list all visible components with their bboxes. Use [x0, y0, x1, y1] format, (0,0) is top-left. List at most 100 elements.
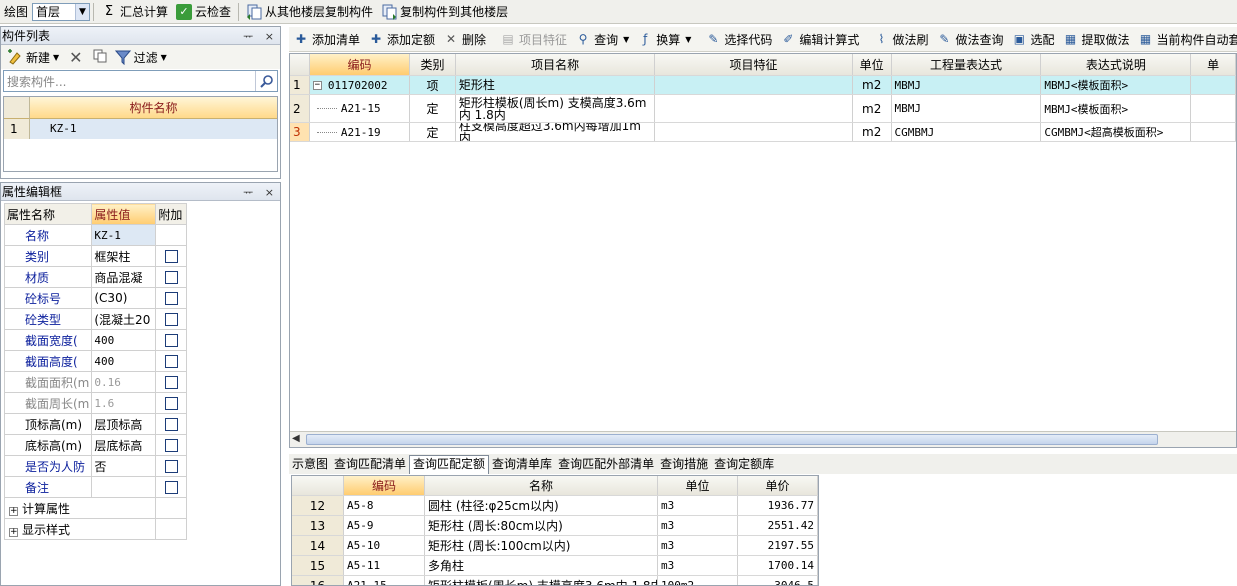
match-button[interactable]: ▣ 选配: [1007, 28, 1058, 50]
attach-checkbox[interactable]: [164, 292, 178, 305]
tab-5[interactable]: 查询措施: [657, 456, 711, 474]
cell-unit[interactable]: m3: [658, 536, 738, 555]
property-value[interactable]: (C30): [91, 287, 157, 309]
property-row[interactable]: 顶标高(m) 层顶标高: [3, 413, 188, 435]
cell-unit[interactable]: m2: [853, 76, 892, 94]
cell-expr[interactable]: MBMJ: [892, 95, 1042, 122]
attach-checkbox[interactable]: [164, 397, 178, 410]
cell-code[interactable]: −011702002: [310, 76, 411, 94]
brush-button[interactable]: ⌇ 做法刷: [869, 28, 932, 50]
cell-code[interactable]: A5-8: [344, 496, 425, 515]
cell-type[interactable]: 项: [410, 76, 456, 94]
cell-extra[interactable]: [1191, 123, 1236, 141]
cell-unit[interactable]: m2: [853, 123, 892, 141]
filter-button[interactable]: 过滤 ▼: [111, 46, 171, 68]
list-row[interactable]: 2 A21-15 定矩形柱模板(周长m) 支模高度3.6m内 1.8内 m2 MBMJ M…: [290, 95, 1236, 123]
property-row[interactable]: 截面周长(m 1.6: [3, 392, 188, 414]
property-row[interactable]: 截面宽度(400: [3, 329, 188, 351]
cell-expr[interactable]: CGMBMJ: [892, 123, 1042, 141]
cell-type[interactable]: 定: [410, 95, 456, 122]
property-value[interactable]: 框架柱: [91, 245, 157, 267]
component-row[interactable]: 1 KZ-1: [4, 119, 277, 139]
pin-icon[interactable]: ᅲ: [243, 30, 257, 43]
column-header[interactable]: 单位: [658, 476, 738, 495]
quota-row[interactable]: 14 A5-10 矩形柱 (周长:100cm以内) m3 2197.55: [292, 536, 818, 556]
cell-code[interactable]: A21-15: [310, 95, 411, 122]
copy-to-floor-button[interactable]: 复制构件到其他楼层: [377, 1, 512, 23]
attach-checkbox[interactable]: [164, 460, 178, 473]
scroll-left-icon[interactable]: ◀: [292, 433, 300, 444]
property-value[interactable]: (混凝土20: [91, 308, 157, 330]
cell-feature[interactable]: [655, 95, 853, 122]
auto-apply-button[interactable]: ▦ 当前构件自动套: [1134, 28, 1237, 50]
component-search-input[interactable]: 搜索构件...: [3, 70, 278, 92]
summary-calc-button[interactable]: Σ 汇总计算: [97, 1, 172, 23]
panel-controls[interactable]: ᅲ ×: [243, 184, 278, 200]
search-button[interactable]: ⚲ 查询 ▼: [571, 28, 633, 50]
property-row[interactable]: 底标高(m) 层底标高: [3, 434, 188, 456]
formula-button[interactable]: ƒ 换算 ▼: [633, 28, 695, 50]
quota-row[interactable]: 12 A5-8 圆柱 (柱径:φ25cm以内) m3 1936.77: [292, 496, 818, 516]
collapse-icon[interactable]: −: [312, 80, 322, 90]
attach-checkbox[interactable]: [164, 250, 178, 263]
property-row[interactable]: 截面面积(m 0.16: [3, 371, 188, 393]
tab-4[interactable]: 查询匹配外部清单: [555, 456, 657, 474]
cell-desc[interactable]: MBMJ<模板面积>: [1041, 95, 1192, 122]
cell-code[interactable]: A5-10: [344, 536, 425, 555]
extract-button[interactable]: ▦ 提取做法: [1058, 28, 1133, 50]
cell-expr[interactable]: MBMJ: [892, 76, 1042, 94]
copy-from-floor-button[interactable]: 从其他楼层复制构件: [242, 1, 377, 23]
copy-icon[interactable]: [93, 49, 107, 66]
add-quota-button[interactable]: ✚ 添加定额: [364, 28, 439, 50]
list-row[interactable]: 3 A21-19 定柱支模高度超过3.6m内每增加1m内 m2 CGMBMJ CGMBMJ…: [290, 123, 1236, 142]
search-icon[interactable]: [255, 71, 277, 91]
property-row[interactable]: 是否为人防否: [3, 455, 188, 477]
scrollbar-thumb[interactable]: [306, 434, 1158, 445]
property-value[interactable]: 1.6: [91, 392, 157, 414]
quota-row[interactable]: 13 A5-9 矩形柱 (周长:80cm以内) m3 2551.42: [292, 516, 818, 536]
cell-type[interactable]: 定: [410, 123, 456, 141]
component-name-cell[interactable]: KZ-1: [30, 119, 77, 139]
method-query-button[interactable]: ✎ 做法查询: [932, 28, 1007, 50]
list-row[interactable]: 1−011702002 项矩形柱 m2 MBMJ MBMJ<模板面积>: [290, 76, 1236, 95]
column-header[interactable]: 编码: [309, 54, 411, 75]
cell-name[interactable]: 矩形柱模板(周长m) 支模高度3.6m内 1.8内: [456, 95, 656, 122]
property-value[interactable]: [91, 476, 157, 498]
attach-checkbox[interactable]: [164, 376, 178, 389]
tab-2[interactable]: 查询匹配定额: [409, 455, 490, 474]
property-row[interactable]: 材质 商品混凝: [3, 266, 188, 288]
select-code-button[interactable]: ✎ 选择代码: [701, 28, 776, 50]
cell-name[interactable]: 多角柱: [425, 556, 658, 575]
cloud-check-button[interactable]: ✓ 云检查: [172, 1, 235, 23]
cell-unit[interactable]: m2: [853, 95, 892, 122]
column-header[interactable]: 工程量表达式: [891, 54, 1042, 75]
cell-price[interactable]: 1700.14: [738, 556, 818, 575]
cell-unit[interactable]: m3: [658, 556, 738, 575]
property-row[interactable]: 截面高度(400: [3, 350, 188, 372]
property-value[interactable]: 否: [91, 455, 157, 477]
cell-name[interactable]: 矩形柱: [456, 76, 656, 94]
close-icon[interactable]: ×: [265, 186, 278, 199]
property-value[interactable]: 0.16: [91, 371, 157, 393]
tab-6[interactable]: 查询定额库: [711, 456, 777, 474]
cell-code[interactable]: A21-19: [310, 123, 411, 141]
property-value[interactable]: KZ-1: [91, 224, 157, 246]
attach-checkbox[interactable]: [164, 313, 178, 326]
property-group-display[interactable]: + 显示样式: [3, 518, 188, 540]
property-row[interactable]: 名称 KZ-1: [3, 224, 188, 246]
quota-row[interactable]: 16 A21-15 矩形柱模板(周长m) 支模高度3.6m内 1.8内 100m2 30…: [292, 576, 818, 585]
attach-checkbox[interactable]: [164, 334, 178, 347]
column-header[interactable]: 表达式说明: [1041, 54, 1192, 75]
attach-checkbox[interactable]: [164, 271, 178, 284]
cell-name[interactable]: 矩形柱 (周长:100cm以内): [425, 536, 658, 555]
add-list-button[interactable]: ✚ 添加清单: [289, 28, 364, 50]
cell-extra[interactable]: [1191, 95, 1236, 122]
floor-select[interactable]: 首层 ▼: [32, 2, 91, 21]
cell-code[interactable]: A21-15: [344, 576, 425, 585]
panel-controls[interactable]: ᅲ ×: [243, 28, 278, 44]
attach-checkbox[interactable]: [164, 439, 178, 452]
property-row[interactable]: 类别 框架柱: [3, 245, 188, 267]
cell-price[interactable]: 2197.55: [738, 536, 818, 555]
property-value[interactable]: 层底标高: [91, 434, 157, 456]
close-icon[interactable]: ×: [265, 30, 278, 43]
